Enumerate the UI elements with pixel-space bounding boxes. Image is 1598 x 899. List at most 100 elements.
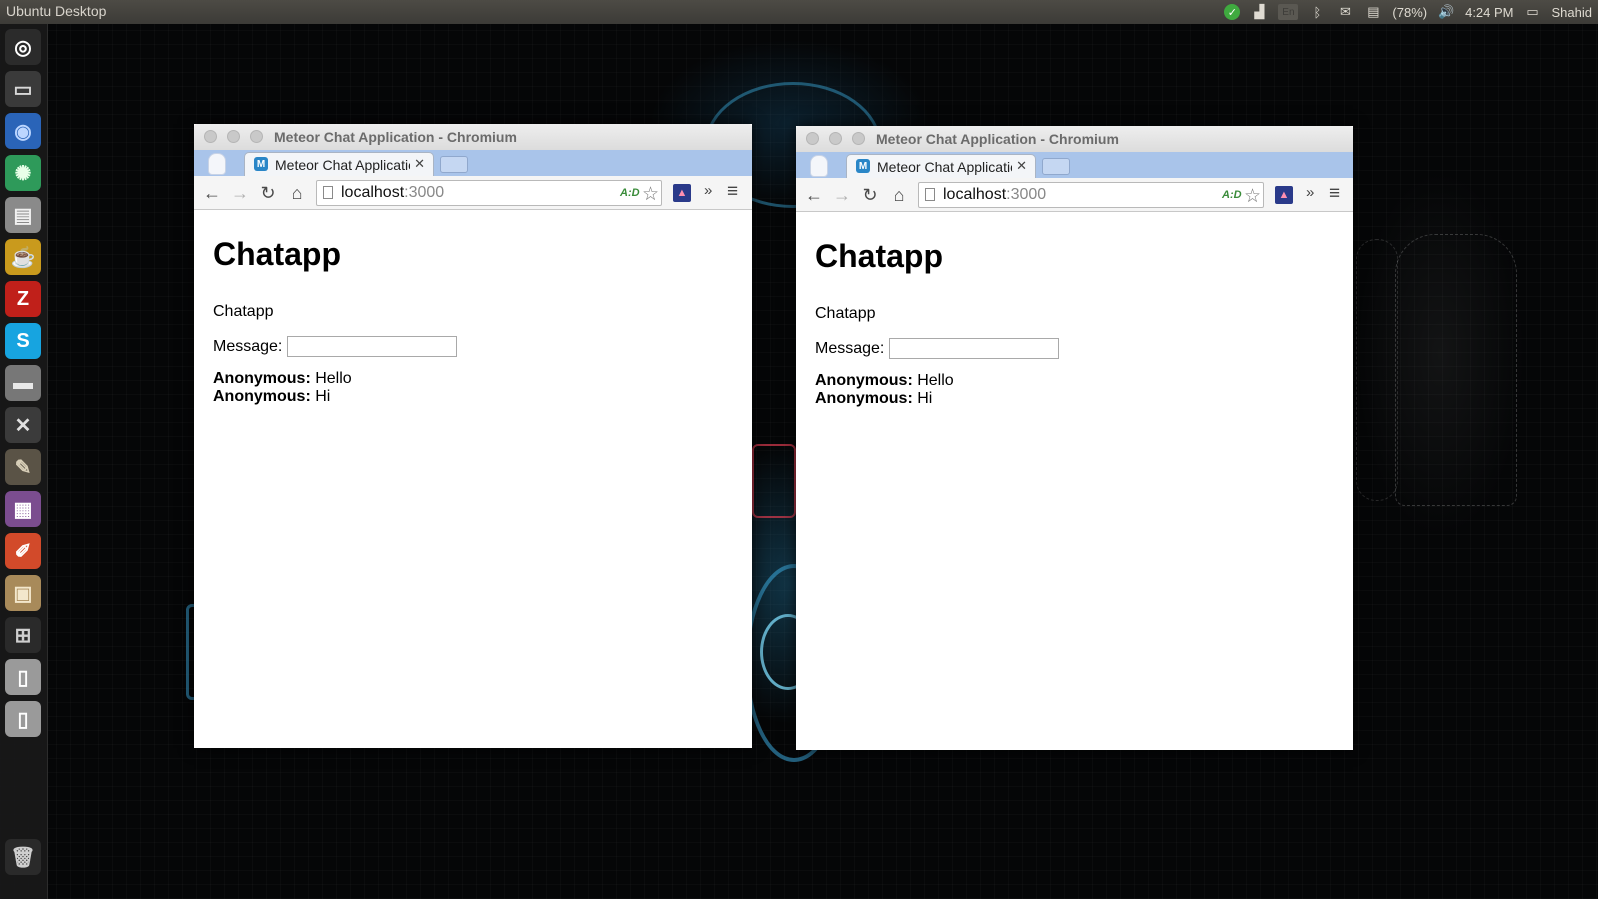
page-heading: Chatapp	[213, 236, 341, 272]
home-button[interactable]: ⌂	[888, 184, 910, 206]
top-panel: Ubuntu Desktop ✓ ▟ En ᛒ ✉ ▤ (78%) 🔊 4:24…	[0, 0, 1598, 24]
trash-icon[interactable]: 🗑	[5, 839, 41, 875]
list-item: Anonymous: Hi	[815, 390, 954, 408]
maximize-window-button[interactable]	[250, 130, 263, 143]
message-author: Anonymous:	[815, 390, 913, 407]
browser-toolbar: ← → ↻ ⌂ localhost:3000 A:D ☆ ▲ » ≡	[194, 176, 752, 210]
bookmark-star-icon[interactable]: ☆	[642, 183, 659, 206]
terminal-icon[interactable]: ▭	[5, 71, 41, 107]
browser-menu-icon[interactable]: ≡	[727, 181, 738, 203]
network-icon[interactable]: ▟	[1250, 4, 1268, 20]
new-tab-button[interactable]	[1042, 158, 1070, 175]
volume-icon[interactable]: 🔊	[1437, 4, 1455, 20]
tab-close-icon[interactable]: ✕	[414, 156, 425, 172]
drive-icon[interactable]: ▬	[5, 365, 41, 401]
battery-icon[interactable]: ▤	[1364, 4, 1382, 20]
tab-strip: M Meteor Chat Application ✕	[194, 150, 752, 176]
message-input[interactable]	[889, 338, 1060, 359]
clock[interactable]: 4:24 PM	[1465, 5, 1513, 20]
message-form: Message:	[815, 338, 1060, 359]
user-session-icon[interactable]: ▭	[1524, 4, 1542, 20]
message-text: Hi	[912, 390, 933, 407]
new-tab-button[interactable]	[440, 156, 468, 173]
page-heading: Chatapp	[815, 238, 943, 274]
extension-icon[interactable]: ▲	[1275, 186, 1293, 204]
mail-icon[interactable]: ✉	[1336, 4, 1354, 20]
tab-label: Meteor Chat Application	[877, 159, 1012, 175]
video-icon[interactable]: ▦	[5, 491, 41, 527]
browser-menu-icon[interactable]: ≡	[1329, 183, 1340, 205]
bookmark-star-icon[interactable]: ☆	[1244, 185, 1261, 208]
tab-close-icon[interactable]: ✕	[1016, 158, 1027, 174]
reload-button[interactable]: ↻	[859, 184, 881, 206]
extension-icon[interactable]: ▲	[673, 184, 691, 202]
tools-icon[interactable]: ✕	[5, 407, 41, 443]
forward-button[interactable]: →	[831, 184, 853, 206]
launcher: ◎ ▭ ◉ ✺ ▤ ☕ Z S ▬ ✕ ✎ ▦ ✐ ▣ ⊞ ▯ ▯ 🗑	[0, 24, 48, 899]
address-bar[interactable]: localhost:3000 A:D ☆	[316, 180, 662, 206]
system-tray: ✓ ▟ En ᛒ ✉ ▤ (78%) 🔊 4:24 PM ▭ Shahid	[1224, 0, 1598, 24]
ubuntu-dash-icon[interactable]: ◎	[5, 29, 41, 65]
files-icon[interactable]: ▤	[5, 197, 41, 233]
keyboard-layout-indicator[interactable]: En	[1278, 4, 1299, 20]
teapot-icon[interactable]: ☕	[5, 239, 41, 275]
more-extensions-chevron-icon[interactable]: »	[1306, 184, 1314, 201]
meteor-favicon-icon: M	[254, 157, 268, 171]
filezilla-icon[interactable]: Z	[5, 281, 41, 317]
page-viewport: Chatapp Chatapp Message: Anonymous: Hell…	[194, 210, 752, 748]
message-label: Message:	[815, 339, 885, 357]
tab-strip: M Meteor Chat Application ✕	[796, 152, 1353, 178]
message-text: Hi	[310, 388, 331, 405]
message-text: Hello	[912, 372, 954, 389]
tab-meteor-chat[interactable]: M Meteor Chat Application ✕	[846, 154, 1036, 178]
bluetooth-icon[interactable]: ᛒ	[1308, 4, 1326, 20]
message-input[interactable]	[287, 336, 458, 357]
update-ok-icon[interactable]: ✓	[1224, 4, 1241, 20]
address-bar[interactable]: localhost:3000 A:D ☆	[918, 182, 1264, 208]
url-text[interactable]: localhost:3000	[341, 184, 444, 202]
message-author: Anonymous:	[815, 372, 913, 389]
url-port: :3000	[404, 184, 445, 201]
close-window-button[interactable]	[204, 130, 217, 143]
atom-icon[interactable]: ✺	[5, 155, 41, 191]
aid-extension-icon[interactable]: A:D	[1222, 189, 1242, 201]
profile-avatar-icon[interactable]	[208, 153, 226, 175]
url-text[interactable]: localhost:3000	[943, 186, 1046, 204]
message-author: Anonymous:	[213, 370, 311, 387]
tab-meteor-chat[interactable]: M Meteor Chat Application ✕	[244, 152, 434, 176]
minimize-window-button[interactable]	[829, 132, 842, 145]
list-item: Anonymous: Hello	[213, 370, 352, 388]
wallpaper-hud-red	[752, 444, 796, 518]
aid-extension-icon[interactable]: A:D	[620, 187, 640, 199]
window-titlebar[interactable]: Meteor Chat Application - Chromium	[194, 124, 752, 150]
back-button[interactable]: ←	[201, 182, 223, 204]
folder-icon[interactable]: ▣	[5, 575, 41, 611]
browser-window-left: Meteor Chat Application - Chromium M Met…	[194, 124, 752, 748]
phone-icon[interactable]: ▯	[5, 659, 41, 695]
user-name[interactable]: Shahid	[1552, 5, 1592, 20]
page-subtitle: Chatapp	[213, 303, 274, 320]
home-button[interactable]: ⌂	[286, 182, 308, 204]
message-form: Message:	[213, 336, 458, 357]
skype-icon[interactable]: S	[5, 323, 41, 359]
close-window-button[interactable]	[806, 132, 819, 145]
minimize-window-button[interactable]	[227, 130, 240, 143]
battery-percent[interactable]: (78%)	[1392, 5, 1427, 20]
profile-avatar-icon[interactable]	[810, 155, 828, 177]
chromium-icon[interactable]: ◉	[5, 113, 41, 149]
list-item: Anonymous: Hi	[213, 388, 352, 406]
window-titlebar[interactable]: Meteor Chat Application - Chromium	[796, 126, 1353, 152]
gimp-icon[interactable]: ✎	[5, 449, 41, 485]
workspace-switcher-icon[interactable]: ⊞	[5, 617, 41, 653]
url-host: localhost	[341, 184, 405, 201]
reload-button[interactable]: ↻	[257, 182, 279, 204]
window-title: Meteor Chat Application - Chromium	[876, 131, 1119, 147]
forward-button[interactable]: →	[229, 182, 251, 204]
maximize-window-button[interactable]	[852, 132, 865, 145]
more-extensions-chevron-icon[interactable]: »	[704, 182, 712, 199]
phone-icon[interactable]: ▯	[5, 701, 41, 737]
back-button[interactable]: ←	[803, 184, 825, 206]
wallpaper-robot	[1395, 234, 1517, 506]
wallpaper-robot	[1356, 239, 1398, 501]
editor-icon[interactable]: ✐	[5, 533, 41, 569]
